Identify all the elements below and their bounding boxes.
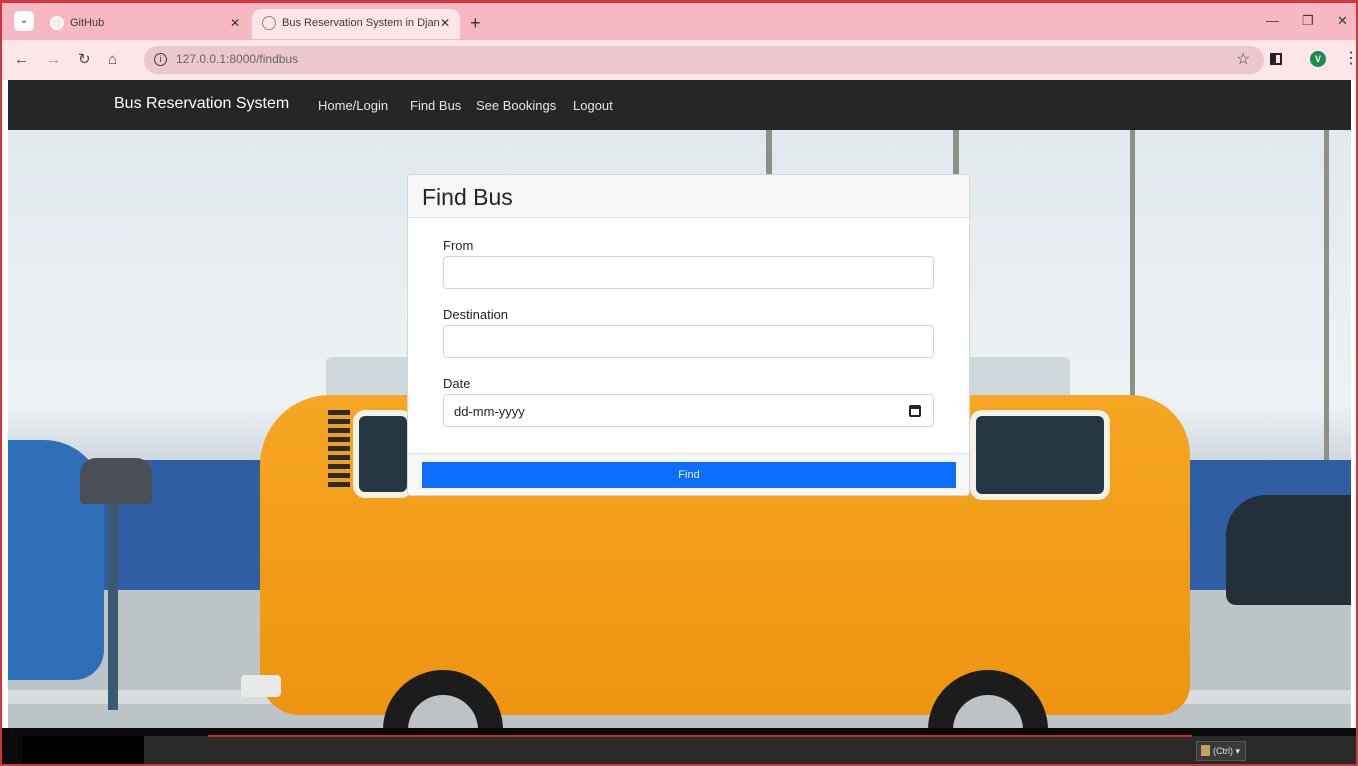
parking-meter-post bbox=[108, 490, 118, 710]
from-input[interactable] bbox=[443, 256, 934, 289]
close-icon[interactable]: ✕ bbox=[230, 9, 240, 37]
browser-tab-bar: ⌄ GitHub ✕ Bus Reservation System in Dja… bbox=[0, 0, 1358, 40]
address-bar[interactable]: i 127.0.0.1:8000/findbus ☆ bbox=[144, 46, 1264, 74]
clipboard-icon bbox=[1201, 745, 1210, 756]
url-text: 127.0.0.1:8000/findbus bbox=[176, 52, 299, 66]
palm-trunk bbox=[953, 130, 959, 180]
reload-icon[interactable]: ↻ bbox=[78, 50, 91, 70]
app-navbar: Bus Reservation System Home/Login Find B… bbox=[8, 80, 1351, 130]
new-tab-icon[interactable]: + bbox=[470, 13, 481, 33]
side-panel-icon[interactable] bbox=[1270, 53, 1282, 65]
browser-menu-icon[interactable]: ⋮ bbox=[1343, 50, 1358, 68]
destination-label: Destination bbox=[443, 307, 509, 322]
van-window bbox=[970, 410, 1110, 500]
profile-avatar[interactable]: V bbox=[1310, 51, 1326, 67]
tab-title: Bus Reservation System in Djan bbox=[282, 17, 440, 29]
page-viewport: Bus Reservation System Home/Login Find B… bbox=[8, 80, 1351, 728]
bookmark-star-icon[interactable]: ☆ bbox=[1236, 49, 1250, 69]
nav-link-find-bus[interactable]: Find Bus bbox=[410, 98, 461, 113]
browser-toolbar: ← → ↻ ⌂ i 127.0.0.1:8000/findbus ☆ V ⋮ bbox=[0, 40, 1358, 80]
tab-bus-reservation[interactable]: Bus Reservation System in Djan ✕ bbox=[252, 9, 460, 39]
van-bumper bbox=[241, 675, 281, 697]
taskbar-strip bbox=[144, 736, 1358, 766]
taskbar-left-panel bbox=[22, 736, 144, 766]
navbar-brand[interactable]: Bus Reservation System bbox=[114, 95, 289, 113]
github-icon bbox=[50, 16, 64, 30]
nav-link-see-bookings[interactable]: See Bookings bbox=[476, 98, 556, 113]
van-window bbox=[353, 410, 413, 498]
back-icon[interactable]: ← bbox=[14, 50, 29, 70]
tab-search-icon[interactable]: ⌄ bbox=[14, 11, 34, 31]
destination-input[interactable] bbox=[443, 325, 934, 358]
paste-options-button[interactable]: (Ctrl) ▾ bbox=[1196, 741, 1247, 761]
close-icon[interactable]: ✕ bbox=[440, 9, 450, 37]
calendar-icon[interactable] bbox=[909, 405, 921, 417]
date-placeholder: dd-mm-yyyy bbox=[454, 404, 525, 419]
from-label: From bbox=[443, 238, 474, 253]
card-footer: Find bbox=[408, 453, 969, 495]
card-title: Find Bus bbox=[422, 184, 513, 210]
card-header: Find Bus bbox=[408, 175, 969, 218]
info-icon[interactable]: i bbox=[154, 53, 167, 66]
find-button[interactable]: Find bbox=[422, 462, 956, 488]
tab-github[interactable]: GitHub ✕ bbox=[40, 9, 250, 39]
minimize-icon[interactable]: — bbox=[1266, 13, 1279, 28]
nav-link-logout[interactable]: Logout bbox=[573, 98, 613, 113]
palm-trunk bbox=[1324, 130, 1329, 460]
find-bus-card: Find Bus From Destination Date dd-mm-yyy… bbox=[407, 174, 970, 496]
nav-link-home-login[interactable]: Home/Login bbox=[318, 98, 388, 113]
forward-icon[interactable]: → bbox=[46, 50, 61, 70]
tab-title: GitHub bbox=[70, 17, 105, 29]
restore-icon[interactable]: ❐ bbox=[1302, 13, 1314, 29]
globe-icon bbox=[262, 16, 276, 30]
date-input[interactable]: dd-mm-yyyy bbox=[443, 394, 934, 427]
dark-car bbox=[1226, 495, 1351, 605]
home-icon[interactable]: ⌂ bbox=[108, 50, 117, 70]
window-close-icon[interactable]: ✕ bbox=[1337, 13, 1348, 29]
date-label: Date bbox=[443, 376, 471, 391]
progress-line bbox=[208, 735, 1192, 737]
parking-meter bbox=[80, 458, 152, 504]
paste-options-label: (Ctrl) bbox=[1213, 746, 1233, 756]
van-vent bbox=[328, 410, 350, 490]
